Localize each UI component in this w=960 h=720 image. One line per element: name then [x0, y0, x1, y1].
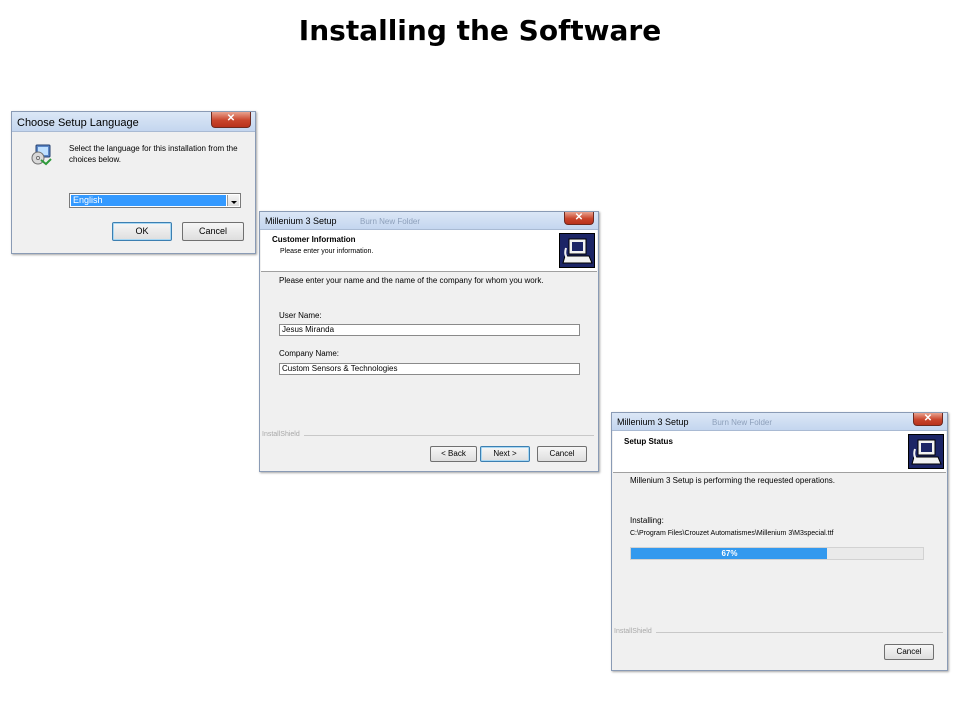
- next-button[interactable]: Next >: [480, 446, 530, 462]
- installshield-label: InstallShield: [614, 628, 652, 635]
- cancel-button[interactable]: Cancel: [537, 446, 587, 462]
- company-name-field[interactable]: Custom Sensors & Technologies: [279, 363, 580, 375]
- language-instruction: Select the language for this installatio…: [69, 144, 238, 164]
- header-subtitle: Please enter your information.: [280, 248, 374, 255]
- close-icon: ✕: [574, 212, 584, 223]
- installshield-divider: [304, 435, 594, 436]
- ok-button[interactable]: OK: [112, 222, 172, 241]
- title-bar[interactable]: Millenium 3 Setup Burn New Folder ✕: [612, 413, 947, 431]
- dropdown-arrow-icon[interactable]: [227, 195, 239, 206]
- user-name-field[interactable]: Jesus Miranda: [279, 324, 580, 336]
- progress-text: 67%: [721, 549, 738, 558]
- title-bar[interactable]: Millenium 3 Setup Burn New Folder ✕: [260, 212, 598, 230]
- installshield-label: InstallShield: [262, 431, 300, 438]
- wizard-header: Customer Information Please enter your i…: [261, 230, 597, 272]
- slide-title: Installing the Software: [298, 14, 662, 47]
- user-name-label: User Name:: [279, 311, 322, 320]
- choose-language-dialog: Choose Setup Language ✕ Select the langu…: [11, 111, 256, 254]
- setup-status-dialog: Millenium 3 Setup Burn New Folder ✕ Setu…: [611, 412, 948, 671]
- installing-label: Installing:: [630, 516, 664, 525]
- customer-information-dialog: Millenium 3 Setup Burn New Folder ✕ Cust…: [259, 211, 599, 472]
- header-title: Setup Status: [624, 437, 673, 446]
- header-title: Customer Information: [272, 235, 356, 244]
- close-button[interactable]: ✕: [211, 112, 251, 128]
- cancel-button[interactable]: Cancel: [182, 222, 244, 241]
- window-title: Choose Setup Language: [17, 117, 139, 129]
- title-ghost-text: Burn New Folder: [360, 217, 421, 226]
- close-button[interactable]: ✕: [913, 413, 943, 426]
- language-selected-value: English: [71, 195, 226, 206]
- language-select[interactable]: English: [69, 193, 241, 208]
- window-title: Millenium 3 Setup: [265, 216, 337, 226]
- cancel-button[interactable]: Cancel: [884, 644, 934, 660]
- computer-logo-icon: [908, 434, 944, 469]
- title-bar[interactable]: Choose Setup Language ✕: [12, 112, 255, 132]
- installing-path: C:\Program Files\Crouzet Automatismes\Mi…: [630, 530, 834, 537]
- progress-bar: 67%: [630, 547, 924, 560]
- back-button[interactable]: < Back: [430, 446, 477, 462]
- wizard-header: Setup Status: [613, 431, 946, 473]
- window-title: Millenium 3 Setup: [617, 417, 689, 427]
- installshield-divider: [656, 632, 943, 633]
- computer-logo-icon: [559, 233, 595, 268]
- setup-cd-icon: [30, 142, 54, 166]
- close-icon: ✕: [923, 413, 933, 424]
- close-icon: ✕: [226, 113, 236, 124]
- title-ghost-text: Burn New Folder: [712, 418, 773, 427]
- customer-prompt: Please enter your name and the name of t…: [279, 276, 544, 285]
- company-name-label: Company Name:: [279, 349, 340, 358]
- close-button[interactable]: ✕: [564, 212, 594, 225]
- status-message: Millenium 3 Setup is performing the requ…: [630, 476, 835, 485]
